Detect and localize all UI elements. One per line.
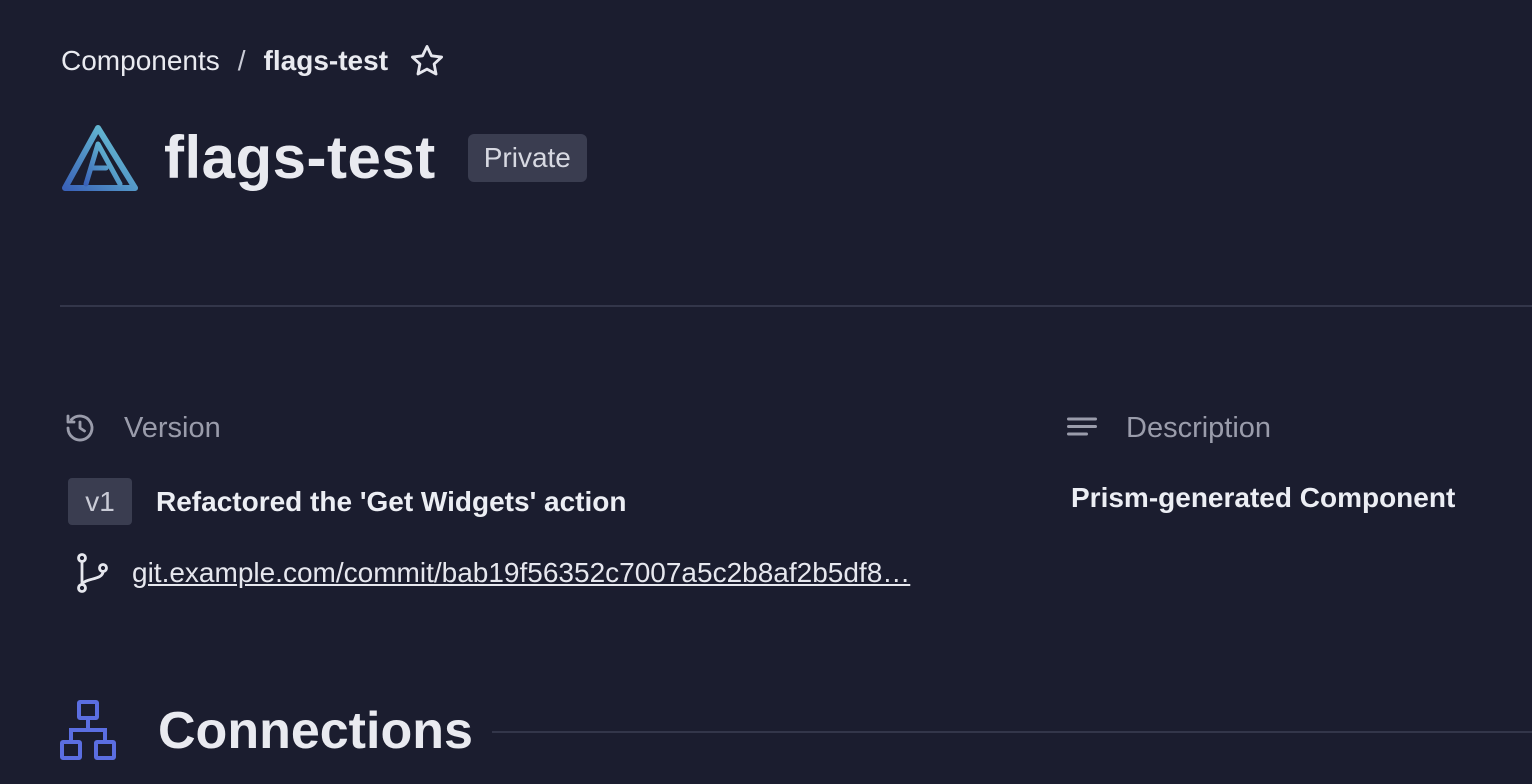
connections-header: Connections <box>60 700 473 762</box>
breadcrumb-separator: / <box>237 45 246 76</box>
connections-title: Connections <box>158 702 473 760</box>
git-branch-icon <box>74 552 110 594</box>
breadcrumb: Components / flags-test <box>61 42 446 80</box>
star-icon[interactable] <box>408 42 446 80</box>
description-label-text: Description <box>1126 411 1272 444</box>
version-section-label: Version <box>62 410 221 446</box>
network-hierarchy-icon <box>60 700 116 762</box>
connections-divider <box>492 731 1532 733</box>
version-row: v1 Refactored the 'Get Widgets' action <box>68 478 626 525</box>
header-divider <box>60 305 1532 307</box>
description-section-label: Description <box>1064 410 1271 446</box>
history-icon <box>62 410 98 446</box>
visibility-badge: Private <box>467 134 587 182</box>
version-message: Refactored the 'Get Widgets' action <box>156 485 627 517</box>
prism-logo-icon <box>62 124 138 192</box>
commit-row: git.example.com/commit/bab19f56352c7007a… <box>74 552 994 594</box>
component-page: Components / flags-test flags-test Priva… <box>0 0 1532 784</box>
description-text: Prism-generated Component <box>1071 482 1456 513</box>
text-lines-icon <box>1064 410 1100 446</box>
component-header: flags-test Private <box>62 122 587 194</box>
breadcrumb-current: flags-test <box>263 45 389 76</box>
commit-link[interactable]: git.example.com/commit/bab19f56352c7007a… <box>132 557 994 589</box>
version-label-text: Version <box>124 411 221 444</box>
version-tag: v1 <box>68 478 132 525</box>
page-title: flags-test <box>164 124 436 191</box>
breadcrumb-components-link[interactable]: Components <box>61 45 220 77</box>
